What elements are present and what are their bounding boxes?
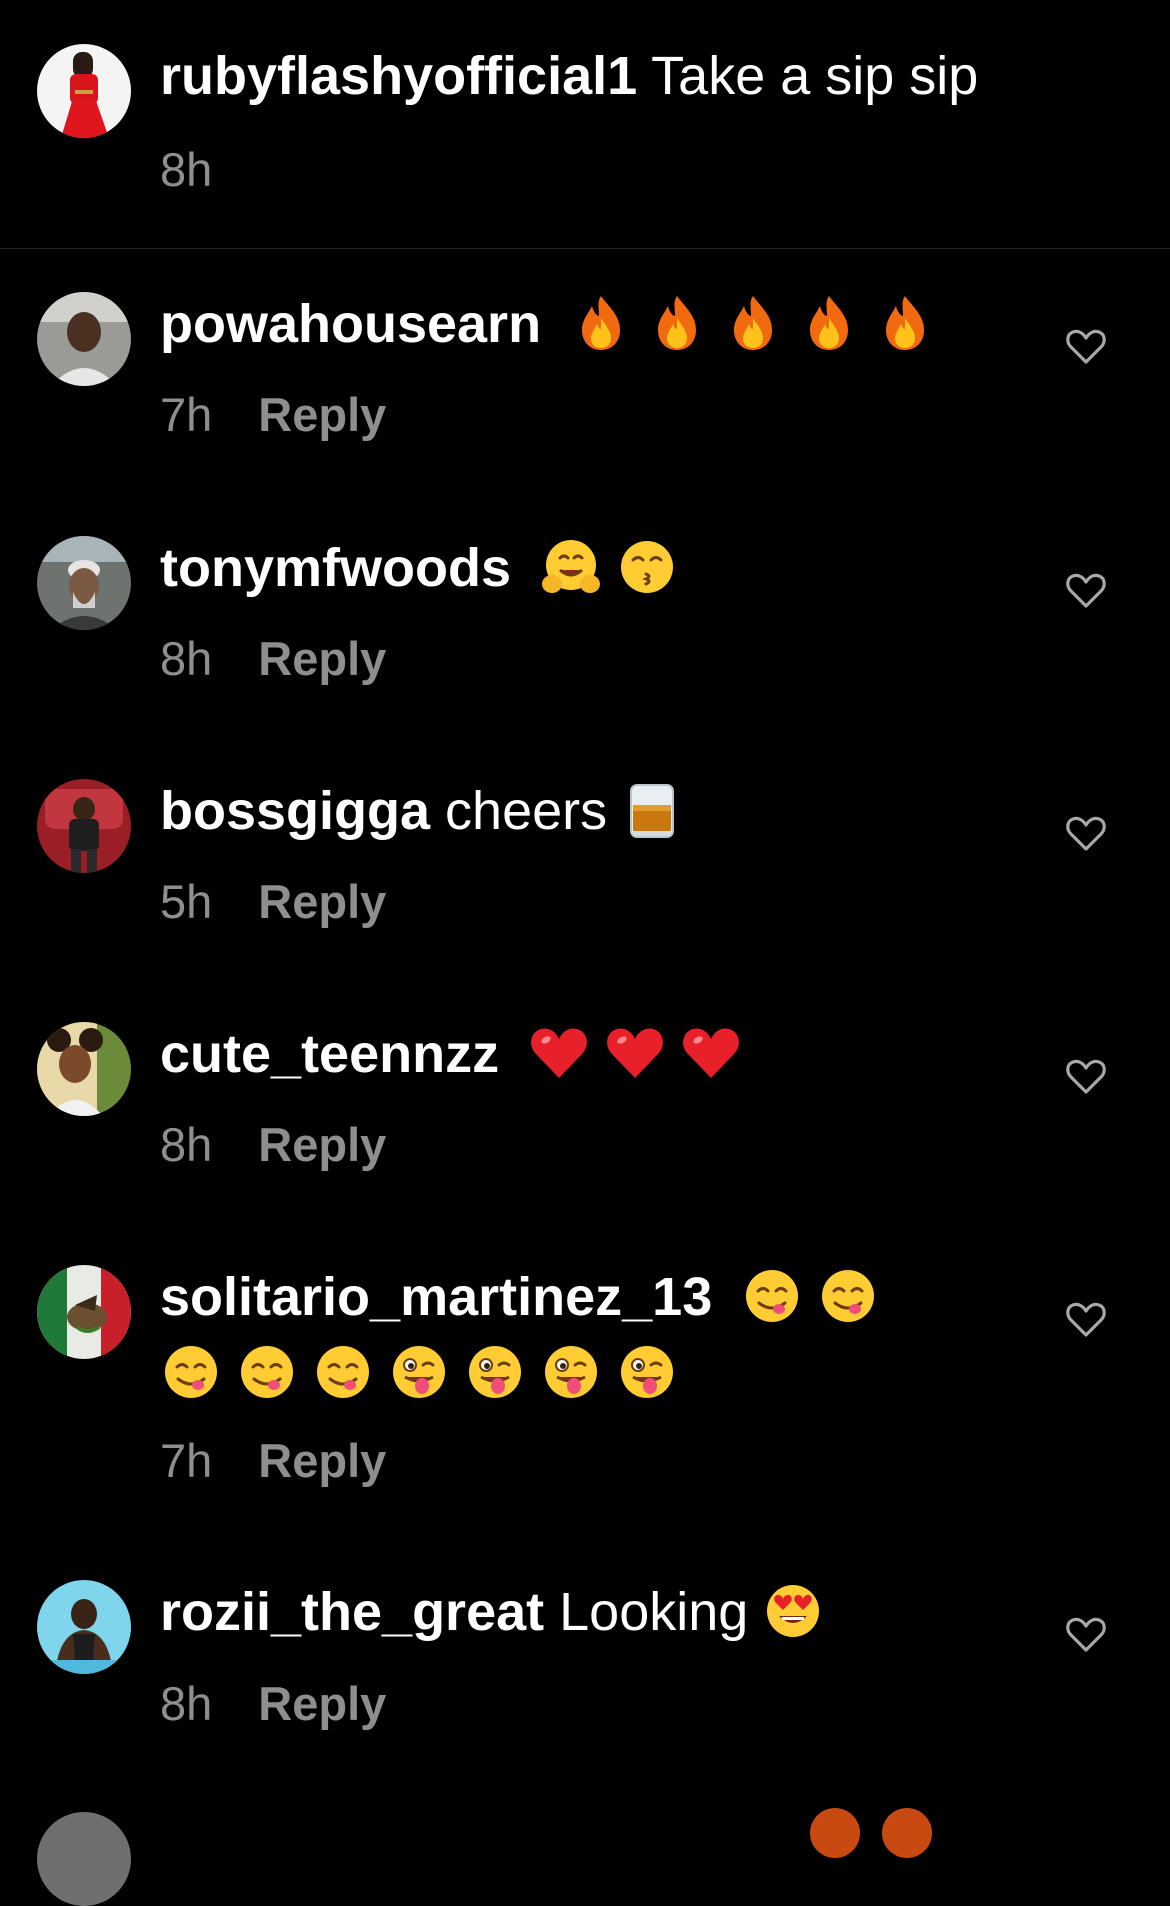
comment-text-line: bossgigga cheers	[160, 779, 683, 843]
reply-button[interactable]: Reply	[258, 1118, 386, 1171]
fire-icon	[570, 292, 632, 354]
avatar[interactable]	[37, 1580, 131, 1674]
reply-button[interactable]: Reply	[258, 1434, 386, 1487]
yum-face-icon	[236, 1341, 298, 1403]
avatar[interactable]	[37, 536, 131, 630]
comment-username[interactable]: solitario_martinez_13	[160, 1267, 712, 1327]
tumbler-glass-icon	[621, 779, 683, 841]
comment-text-line: solitario_martinez_13	[160, 1265, 879, 1329]
red-heart-icon	[604, 1022, 666, 1084]
comment-meta: 8h Reply	[160, 1677, 386, 1731]
like-heart-icon[interactable]	[1065, 1056, 1107, 1098]
caption-time: 8h	[160, 143, 213, 196]
reply-button[interactable]: Reply	[258, 1677, 386, 1730]
comment-text-line: cute_teennzz	[160, 1022, 742, 1086]
post-caption: rubyflashyofficial1 Take a sip sip 8h	[0, 0, 1170, 249]
avatar[interactable]	[37, 1812, 131, 1906]
comment-time: 7h	[160, 388, 213, 441]
caption-text: Take a sip sip	[651, 46, 979, 106]
comment-meta: 8h Reply	[160, 632, 386, 686]
red-heart-icon	[528, 1022, 590, 1084]
caption-meta: 8h	[160, 143, 212, 197]
kissing-face-icon	[616, 536, 678, 598]
comment-time: 8h	[160, 1677, 213, 1730]
comment-emoji-line	[146, 1341, 678, 1405]
fire-icon	[874, 292, 936, 354]
comment-time: 8h	[160, 1118, 213, 1171]
caption-text-line: rubyflashyofficial1 Take a sip sip	[160, 44, 978, 108]
yum-face-icon	[741, 1265, 803, 1327]
comment-meta: 8h Reply	[160, 1118, 386, 1172]
avatar[interactable]	[37, 1265, 131, 1359]
heart-eyes-face-icon	[762, 1580, 824, 1642]
avatar[interactable]	[37, 44, 131, 138]
winking-tongue-face-icon	[464, 1341, 526, 1403]
comment-text-line: tonymfwoods	[160, 536, 678, 600]
fire-icon	[722, 292, 784, 354]
fire-icon	[810, 1808, 860, 1858]
comment-username[interactable]: cute_teennzz	[160, 1024, 499, 1084]
comment-meta: 7h Reply	[160, 388, 386, 442]
fire-icon	[882, 1808, 932, 1858]
avatar[interactable]	[37, 1022, 131, 1116]
comment-time: 7h	[160, 1434, 213, 1487]
comment-text: Looking	[559, 1582, 749, 1642]
avatar[interactable]	[37, 292, 131, 386]
comment-time: 5h	[160, 875, 213, 928]
winking-tongue-face-icon	[540, 1341, 602, 1403]
winking-tongue-face-icon	[388, 1341, 450, 1403]
comment-time: 8h	[160, 632, 213, 685]
reply-button[interactable]: Reply	[258, 388, 386, 441]
like-heart-icon[interactable]	[1065, 570, 1107, 612]
yum-face-icon	[312, 1341, 374, 1403]
fire-icon	[646, 292, 708, 354]
like-heart-icon[interactable]	[1065, 813, 1107, 855]
yum-face-icon	[817, 1265, 879, 1327]
comment-text-line: powahousearn	[160, 292, 936, 356]
fire-icon	[798, 292, 860, 354]
comment-username[interactable]: rozii_the_great	[160, 1582, 544, 1642]
reply-button[interactable]: Reply	[258, 632, 386, 685]
comment-username[interactable]: powahousearn	[160, 294, 541, 354]
like-heart-icon[interactable]	[1065, 1614, 1107, 1656]
comment-meta: 5h Reply	[160, 875, 386, 929]
like-heart-icon[interactable]	[1065, 326, 1107, 368]
red-heart-icon	[680, 1022, 742, 1084]
comment-text-line: rozii_the_great Looking	[160, 1580, 824, 1644]
reply-button[interactable]: Reply	[258, 875, 386, 928]
comment-text: cheers	[445, 781, 608, 841]
comment-username[interactable]: tonymfwoods	[160, 538, 511, 598]
yum-face-icon	[160, 1341, 222, 1403]
winking-tongue-face-icon	[616, 1341, 678, 1403]
caption-username[interactable]: rubyflashyofficial1	[160, 46, 637, 106]
hugging-face-icon	[540, 536, 602, 598]
like-heart-icon[interactable]	[1065, 1299, 1107, 1341]
comment-username[interactable]: bossgigga	[160, 781, 430, 841]
avatar[interactable]	[37, 779, 131, 873]
comment-meta: 7h Reply	[160, 1434, 386, 1488]
